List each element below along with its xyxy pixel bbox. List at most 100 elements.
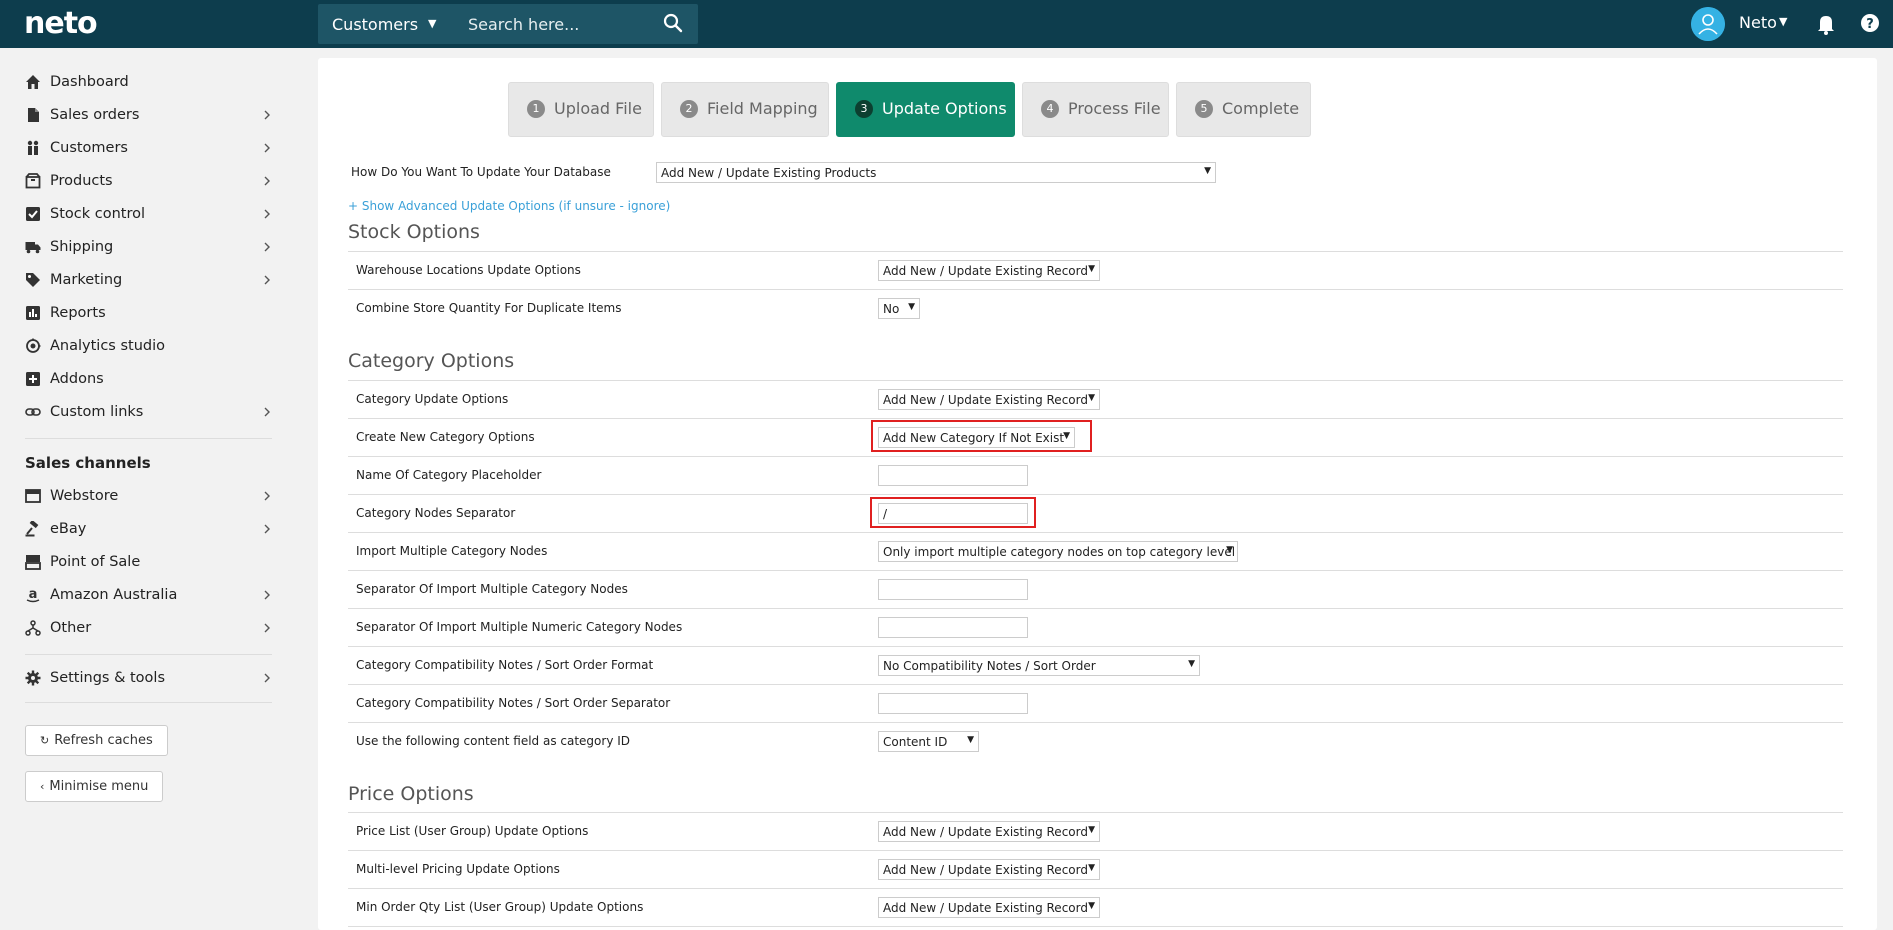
chevron-down-icon: ▼ <box>1226 545 1233 555</box>
avatar[interactable] <box>1691 7 1725 41</box>
chevron-right-icon <box>264 209 270 219</box>
chevron-down-icon[interactable]: ▼ <box>428 17 436 30</box>
sidebar-item-custom-links[interactable]: Custom links <box>25 396 272 429</box>
db-update-label: How Do You Want To Update Your Database <box>351 165 611 179</box>
row-divider <box>348 888 1843 889</box>
sales-channels-heading: Sales channels <box>25 454 151 472</box>
search-input[interactable]: Search here... <box>468 15 579 34</box>
sidebar-item-point-of-sale[interactable]: Point of Sale <box>25 546 272 579</box>
chevron-right-icon <box>264 491 270 501</box>
sidebar-item-analytics-studio[interactable]: Analytics studio <box>25 330 272 363</box>
numeric-node-separator-input[interactable] <box>878 617 1028 638</box>
sidebar-item-stock-control[interactable]: Stock control <box>25 198 272 231</box>
search-scope-select[interactable]: Customers <box>332 15 418 34</box>
step-field-mapping[interactable]: 2 Field Mapping <box>661 82 829 137</box>
document-icon <box>28 108 39 122</box>
sidebar-item-products[interactable]: Products <box>25 165 272 198</box>
category-placeholder-input[interactable] <box>878 465 1028 486</box>
category-update-select[interactable]: Add New / Update Existing Record ▼ <box>878 389 1100 410</box>
min-order-qty-select[interactable]: Add New / Update Existing Record ▼ <box>878 897 1100 918</box>
bell-icon[interactable] <box>1816 13 1836 35</box>
warehouse-update-label: Warehouse Locations Update Options <box>356 263 581 277</box>
multi-node-separator-input[interactable] <box>878 579 1028 600</box>
step-process-file[interactable]: 4 Process File <box>1022 82 1169 137</box>
sidebar-item-settings-tools[interactable]: Settings & tools <box>25 662 272 695</box>
box-icon <box>25 173 41 189</box>
row-divider <box>348 456 1843 457</box>
chevron-left-icon: ‹ <box>40 780 45 793</box>
import-multiple-nodes-select[interactable]: Only import multiple category nodes on t… <box>878 541 1238 562</box>
category-update-label: Category Update Options <box>356 392 509 406</box>
chevron-down-icon: ▼ <box>1088 393 1095 403</box>
row-divider <box>348 646 1843 647</box>
category-id-field-select[interactable]: Content ID ▼ <box>878 731 979 752</box>
main-panel: 1 Upload File 2 Field Mapping 3 Update O… <box>318 58 1877 930</box>
sidebar-item-addons[interactable]: Addons <box>25 363 272 396</box>
chevron-right-icon <box>264 623 270 633</box>
sidebar-item-amazon-australia[interactable]: a Amazon Australia <box>25 579 272 612</box>
sidebar-item-shipping[interactable]: Shipping <box>25 231 272 264</box>
sidebar-item-dashboard[interactable]: Dashboard <box>25 66 272 99</box>
sidebar-item-ebay[interactable]: eBay <box>25 513 272 546</box>
compat-notes-format-select[interactable]: No Compatibility Notes / Sort Order ▼ <box>878 655 1200 676</box>
combine-qty-label: Combine Store Quantity For Duplicate Ite… <box>356 301 622 315</box>
top-bar: neto Customers ▼ Search here... Neto ▼ ? <box>0 0 1893 48</box>
chevron-down-icon: ▼ <box>1204 166 1211 176</box>
step-complete[interactable]: 5 Complete <box>1176 82 1311 137</box>
warehouse-update-select[interactable]: Add New / Update Existing Record ▼ <box>878 260 1100 281</box>
neto-logo[interactable]: neto <box>24 6 98 41</box>
price-options-heading: Price Options <box>348 783 474 805</box>
people-icon <box>27 140 39 155</box>
home-icon <box>26 75 40 89</box>
checkbox-icon <box>26 207 40 221</box>
multi-level-pricing-select[interactable]: Add New / Update Existing Record ▼ <box>878 859 1100 880</box>
global-search[interactable]: Customers ▼ Search here... <box>318 4 698 44</box>
chevron-down-icon[interactable]: ▼ <box>1779 15 1787 28</box>
refresh-caches-button[interactable]: ↻ Refresh caches <box>25 725 168 756</box>
sidebar-divider <box>25 702 272 703</box>
svg-text:a: a <box>29 587 38 602</box>
row-divider <box>348 570 1843 571</box>
link-icon <box>25 408 41 416</box>
help-icon[interactable]: ? <box>1860 13 1880 33</box>
step-update-options[interactable]: 3 Update Options <box>836 82 1015 137</box>
combine-qty-select[interactable]: No ▼ <box>878 298 920 319</box>
row-divider <box>348 684 1843 685</box>
svg-text:?: ? <box>1866 17 1874 32</box>
create-category-label: Create New Category Options <box>356 430 535 444</box>
min-order-qty-label: Min Order Qty List (User Group) Update O… <box>356 900 644 914</box>
db-update-select[interactable]: Add New / Update Existing Products ▼ <box>656 162 1216 183</box>
minimise-menu-button[interactable]: ‹ Minimise menu <box>25 771 164 802</box>
row-divider <box>348 608 1843 609</box>
show-advanced-options-link[interactable]: + Show Advanced Update Options (if unsur… <box>348 199 670 213</box>
register-icon <box>25 555 41 570</box>
sidebar-item-sales-orders[interactable]: Sales orders <box>25 99 272 132</box>
sidebar-item-reports[interactable]: Reports <box>25 297 272 330</box>
chevron-down-icon: ▼ <box>1088 901 1095 911</box>
multi-node-separator-label: Separator Of Import Multiple Category No… <box>356 582 628 596</box>
row-divider <box>348 812 1843 813</box>
sidebar-item-webstore[interactable]: Webstore <box>25 480 272 513</box>
network-icon <box>25 620 41 636</box>
chevron-right-icon <box>264 143 270 153</box>
search-icon[interactable] <box>662 12 684 34</box>
chevron-right-icon <box>264 110 270 120</box>
sidebar-divider <box>25 654 272 655</box>
category-separator-label: Category Nodes Separator <box>356 506 516 520</box>
category-placeholder-label: Name Of Category Placeholder <box>356 468 542 482</box>
plus-square-icon <box>26 372 40 386</box>
step-upload-file[interactable]: 1 Upload File <box>508 82 654 137</box>
row-divider <box>348 494 1843 495</box>
amazon-icon: a <box>26 587 40 603</box>
highlight-box <box>871 420 1092 452</box>
price-list-update-label: Price List (User Group) Update Options <box>356 824 589 838</box>
price-list-update-select[interactable]: Add New / Update Existing Record ▼ <box>878 821 1100 842</box>
compat-notes-separator-input[interactable] <box>878 693 1028 714</box>
sidebar-item-customers[interactable]: Customers <box>25 132 272 165</box>
chevron-right-icon <box>264 524 270 534</box>
user-menu[interactable]: Neto <box>1739 13 1777 32</box>
sidebar-item-other[interactable]: Other <box>25 612 272 645</box>
chevron-right-icon <box>264 176 270 186</box>
highlight-box <box>870 497 1036 528</box>
sidebar-item-marketing[interactable]: Marketing <box>25 264 272 297</box>
